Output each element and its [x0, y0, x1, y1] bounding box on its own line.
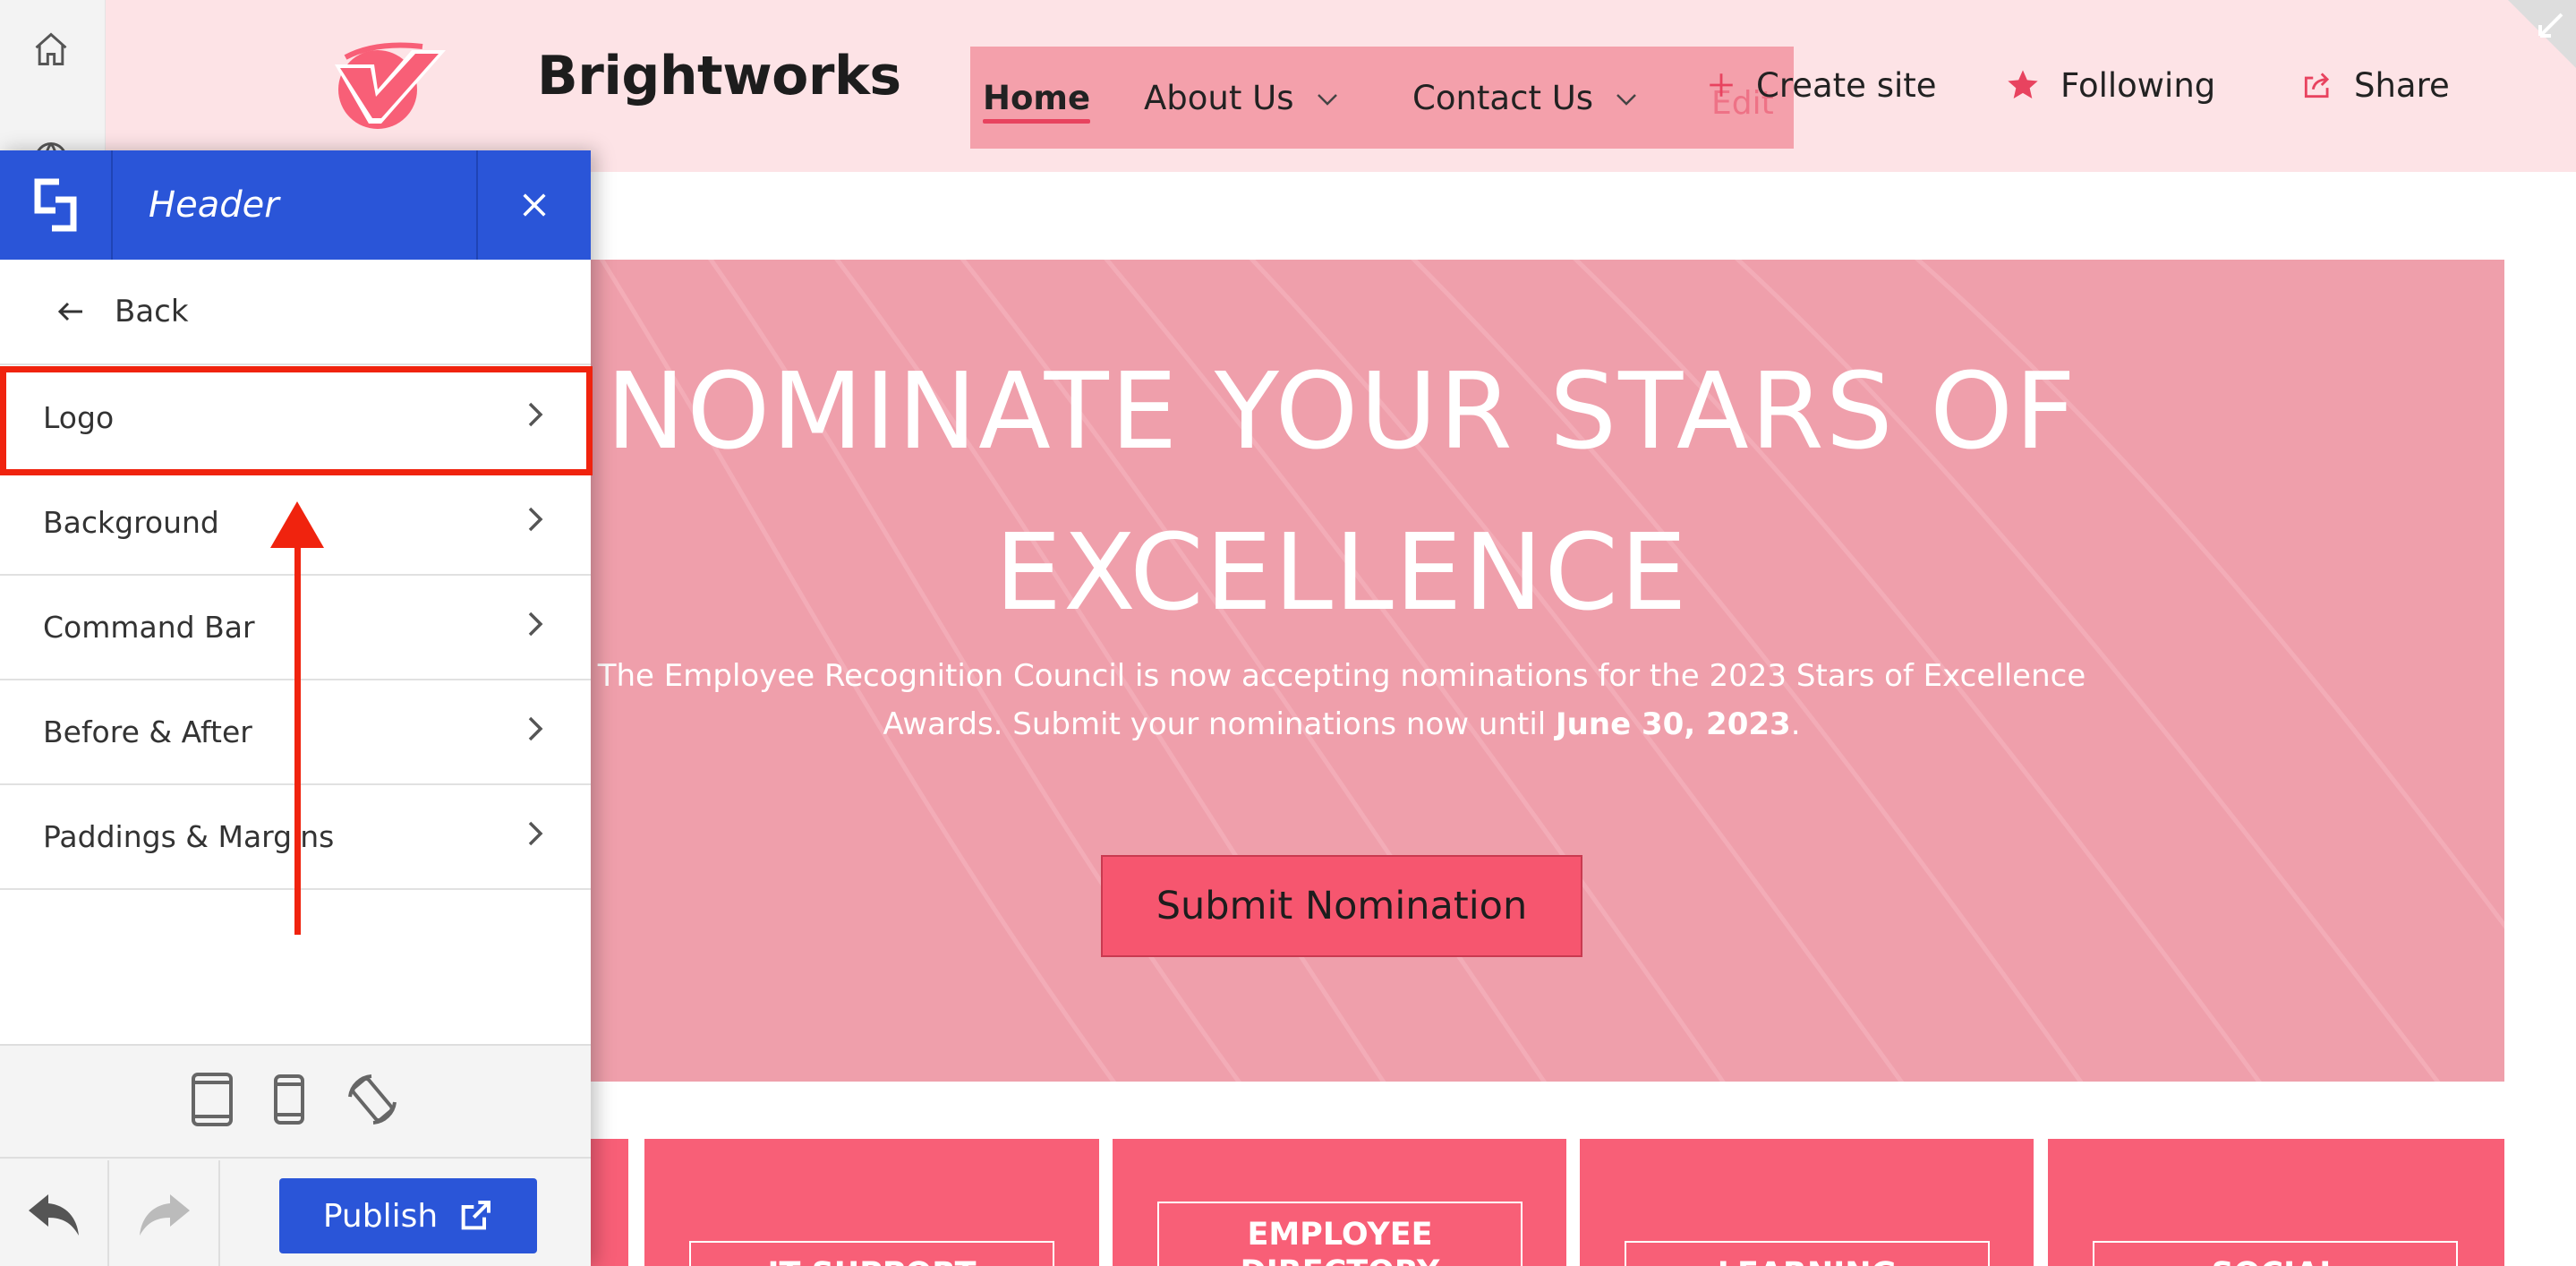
- active-underline: [983, 119, 1091, 124]
- nav-item-label: Contact Us: [1412, 78, 1594, 117]
- nav-item-label: About Us: [1144, 78, 1294, 117]
- site-navigation: Home About Us Contact Us Edit: [970, 47, 1794, 149]
- back-label: Back: [115, 294, 189, 329]
- tile-label-line-1: EMPLOYEE: [1247, 1217, 1433, 1253]
- tile-label-line-2: DIRECTORY: [1159, 1253, 1521, 1266]
- tile-learning[interactable]: LEARNING: [1580, 1139, 2034, 1266]
- chevron-down-icon: [1316, 82, 1339, 114]
- footer-actions: Publish: [0, 1160, 591, 1266]
- plus-icon: [1710, 73, 1733, 97]
- home-icon[interactable]: [25, 23, 77, 75]
- close-icon[interactable]: [476, 150, 591, 260]
- tile-partial[interactable]: [591, 1139, 628, 1266]
- share-label: Share: [2354, 65, 2450, 105]
- hero-title-line-2: EXCELLENCE: [994, 510, 1689, 634]
- device-preview-bar: [0, 1046, 591, 1159]
- hero-deadline: June 30, 2023: [1556, 706, 1791, 742]
- chevron-right-icon: [526, 819, 544, 855]
- tile-it-support[interactable]: IT SUPPORT: [644, 1139, 1099, 1266]
- create-site-button[interactable]: Create site: [1706, 54, 1937, 116]
- nav-item-label: Home: [983, 78, 1091, 117]
- brand-logo[interactable]: [322, 38, 448, 133]
- nav-item-home[interactable]: Home: [983, 47, 1091, 149]
- redo-icon[interactable]: [111, 1160, 220, 1266]
- back-button[interactable]: Back: [0, 260, 591, 365]
- hero-description-prefix: Awards. Submit your nominations now unti…: [883, 706, 1557, 742]
- following-label: Following: [2060, 65, 2216, 105]
- undo-icon[interactable]: [0, 1160, 109, 1266]
- tile-employee-directory[interactable]: EMPLOYEE DIRECTORY: [1113, 1139, 1566, 1266]
- menu-item-label: Command Bar: [43, 610, 255, 645]
- tile-label: EMPLOYEE DIRECTORY: [1157, 1202, 1523, 1266]
- submit-nomination-button[interactable]: Submit Nomination: [1101, 855, 1582, 957]
- menu-item-label: Before & After: [43, 714, 252, 749]
- tablet-icon[interactable]: [191, 1072, 234, 1131]
- panel-footer: Publish: [0, 1044, 591, 1266]
- mobile-icon[interactable]: [273, 1074, 305, 1129]
- arrow-left-icon: [57, 294, 84, 330]
- external-link-icon: [461, 1201, 491, 1230]
- chevron-down-icon: [1615, 82, 1638, 114]
- share-icon: [2304, 73, 2330, 98]
- chevron-right-icon: [526, 610, 544, 646]
- hero-description: The Employee Recognition Council is now …: [322, 652, 2361, 748]
- hero-description-line-1: The Employee Recognition Council is now …: [597, 658, 2086, 694]
- site-title[interactable]: Brightworks: [537, 45, 901, 107]
- nav-item-contact-us[interactable]: Contact Us: [1412, 47, 1638, 149]
- annotation-arrow-up: [270, 501, 324, 935]
- hero-title-line-1: NOMINATE YOUR STARS OF: [606, 349, 2077, 473]
- hero-description-suffix: .: [1790, 706, 1801, 742]
- menu-item-label: Background: [43, 505, 219, 540]
- hero-description-line-2: Awards. Submit your nominations now unti…: [322, 700, 2361, 748]
- create-site-label: Create site: [1756, 65, 1937, 105]
- rotate-device-icon[interactable]: [345, 1072, 400, 1131]
- app-logo-icon[interactable]: [0, 150, 113, 260]
- star-icon: [2008, 70, 2038, 98]
- panel-header: Header: [0, 150, 591, 260]
- chevron-right-icon: [526, 505, 544, 541]
- header-settings-panel: Header Back Logo Background Command Bar …: [0, 150, 593, 1266]
- tile-label: SOCIAL: [2093, 1241, 2458, 1266]
- chevron-right-icon: [526, 714, 544, 750]
- publish-button[interactable]: Publish: [279, 1178, 537, 1253]
- hero-banner: NOMINATE YOUR STARS OF EXCELLENCE The Em…: [322, 260, 2504, 1082]
- share-button[interactable]: Share: [2300, 54, 2450, 116]
- tile-label: IT SUPPORT: [689, 1241, 1054, 1266]
- panel-title: Header: [149, 184, 279, 226]
- logo-highlight-box: [0, 366, 593, 475]
- tile-social[interactable]: SOCIAL: [2048, 1139, 2504, 1266]
- tile-label: LEARNING: [1625, 1241, 1990, 1266]
- following-button[interactable]: Following: [2005, 54, 2215, 116]
- nav-item-about-us[interactable]: About Us: [1144, 47, 1339, 149]
- collapse-corner[interactable]: [2490, 0, 2576, 86]
- publish-label: Publish: [322, 1197, 439, 1235]
- site-header: Brightworks Home About Us Contact Us Edi…: [106, 0, 2576, 172]
